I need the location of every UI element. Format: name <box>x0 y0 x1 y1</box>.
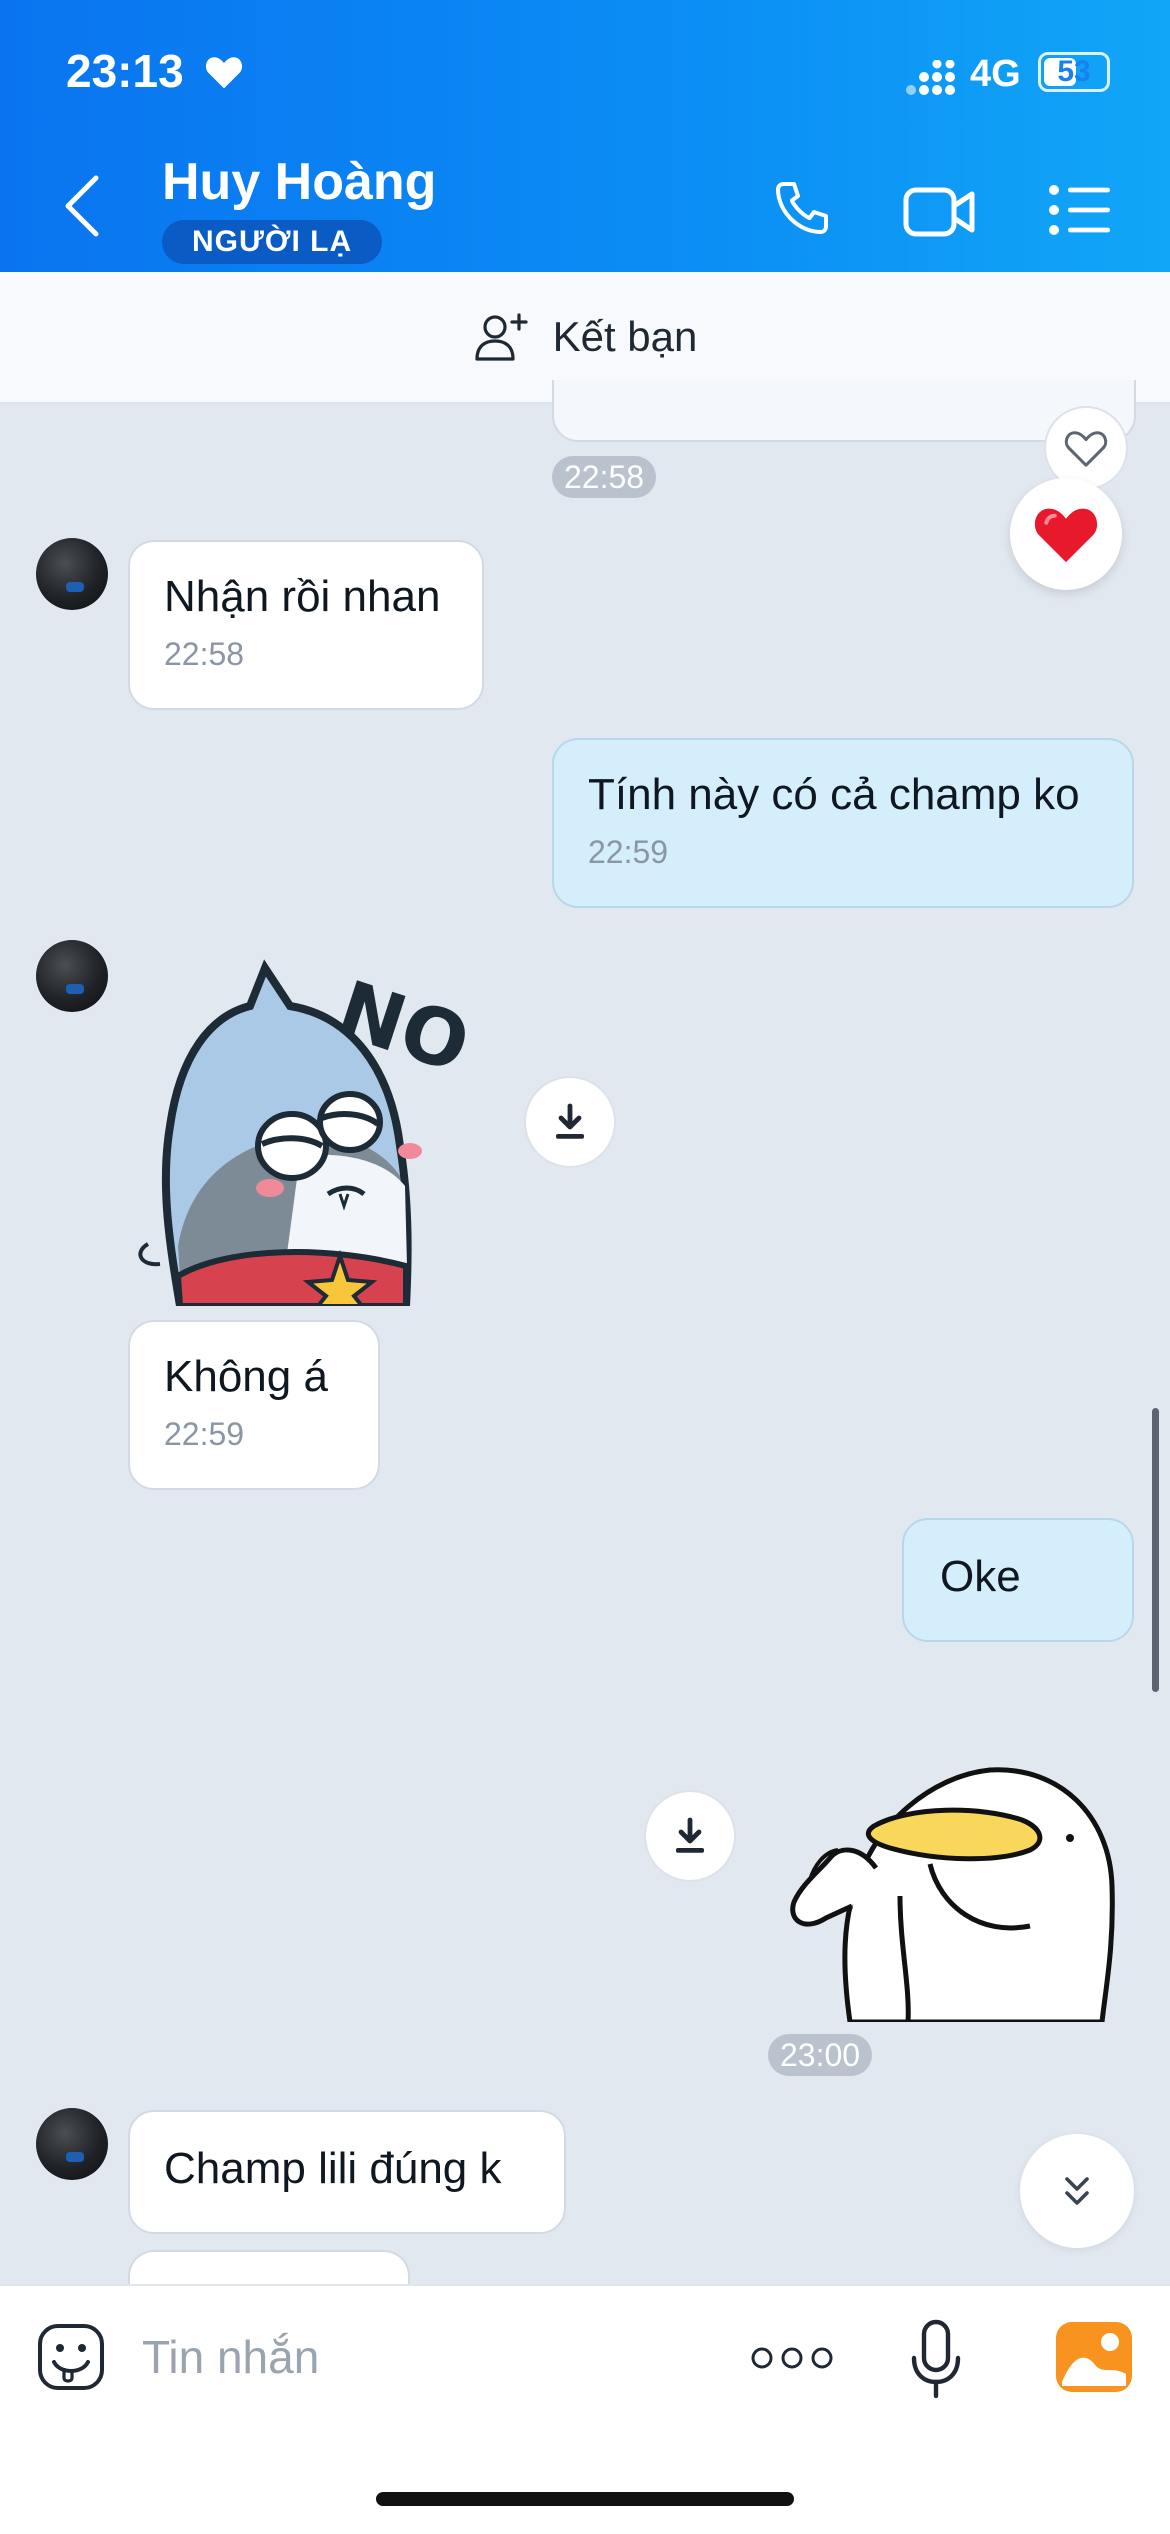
incoming-message[interactable]: Champ lili đúng k <box>128 2110 566 2234</box>
message-input[interactable]: Tin nhắn <box>142 2330 319 2384</box>
contact-name[interactable]: Huy Hoàng <box>162 152 436 212</box>
message-time: 22:59 <box>164 1416 245 1452</box>
more-options-icon[interactable] <box>750 2340 834 2376</box>
download-icon <box>556 1103 584 1139</box>
back-chevron-icon[interactable] <box>60 172 104 240</box>
emoji-sticker-icon[interactable] <box>36 2322 106 2392</box>
outgoing-message[interactable]: Tính này có cả champ ko 22:59 <box>552 738 1134 908</box>
incoming-message[interactable]: Không á 22:59 <box>128 1320 380 1490</box>
avatar[interactable] <box>36 538 108 610</box>
add-friend-icon <box>474 313 528 361</box>
download-button[interactable] <box>644 1790 736 1882</box>
message-text: Tính này có cả champ ko <box>588 770 1080 819</box>
message-time: 22:59 <box>588 834 669 870</box>
message-text: Oke <box>940 1552 1021 1601</box>
time-separator: 23:00 <box>768 2034 873 2076</box>
message-text: Không á <box>164 1352 328 1401</box>
scroll-down-button[interactable] <box>1020 2134 1134 2248</box>
white-duck-sticker[interactable] <box>780 1746 1120 2022</box>
phone-icon[interactable] <box>770 176 834 240</box>
time-separator: 22:58 <box>552 456 657 498</box>
message-time: 22:58 <box>164 636 245 672</box>
message-text: Champ lili đúng k <box>164 2144 502 2193</box>
shark-no-sticker[interactable]: NO <box>130 946 490 1306</box>
outgoing-message[interactable]: Oke <box>902 1518 1134 1642</box>
download-button[interactable] <box>524 1076 616 1168</box>
heart-status-icon <box>205 57 243 89</box>
avatar[interactable] <box>36 940 108 1012</box>
add-friend-label[interactable]: Kết bạn <box>553 313 698 361</box>
incoming-message[interactable]: Nhận rồi nhan 22:58 <box>128 540 484 710</box>
avatar[interactable] <box>36 2108 108 2180</box>
message-text: Nhận rồi nhan <box>164 572 441 621</box>
menu-list-icon[interactable] <box>1048 182 1112 238</box>
red-heart-icon <box>1034 508 1098 563</box>
home-indicator <box>376 2492 794 2506</box>
video-call-icon[interactable] <box>902 182 978 242</box>
double-chevron-down-icon <box>1065 2177 1089 2205</box>
download-icon <box>676 1817 704 1853</box>
signal-icon <box>906 60 955 95</box>
header: 23:13 4G 53 Huy Hoàng NGƯỜI LẠ <box>0 0 1170 272</box>
chat-scrollbar[interactable] <box>1152 1408 1159 1692</box>
heart-reaction[interactable] <box>1010 478 1122 590</box>
heart-outline-icon <box>1064 431 1108 467</box>
gallery-image-icon[interactable] <box>1056 2322 1132 2392</box>
status-time: 23:13 <box>66 45 184 97</box>
network-type: 4G <box>970 53 1021 95</box>
microphone-icon[interactable] <box>908 2318 964 2400</box>
react-heart-button[interactable] <box>1044 406 1128 490</box>
battery-icon: 53 <box>1038 52 1110 92</box>
battery-percent: 53 <box>1057 55 1091 88</box>
stranger-tag: NGƯỜI LẠ <box>162 220 383 264</box>
